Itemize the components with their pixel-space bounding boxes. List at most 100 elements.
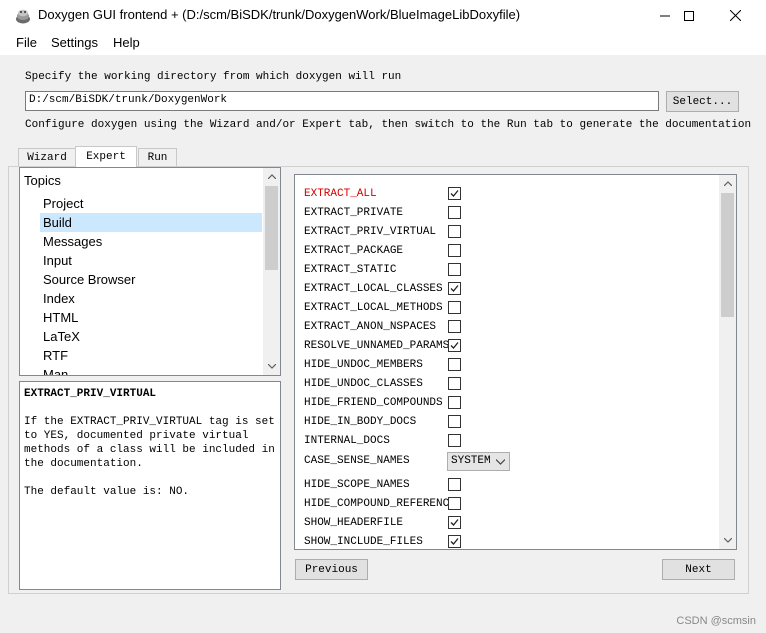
window-title: Doxygen GUI frontend + (D:/scm/BiSDK/tru… [38,7,521,22]
option-label: HIDE_IN_BODY_DOCS [304,416,417,428]
topic-item-input[interactable]: Input [40,251,262,270]
option-checkbox[interactable] [448,358,461,371]
help-panel: EXTRACT_PRIV_VIRTUAL If the EXTRACT_PRIV… [19,381,281,590]
topics-scroll-thumb[interactable] [265,186,278,270]
option-checkbox[interactable] [448,320,461,333]
option-label: HIDE_COMPOUND_REFERENCE [304,498,456,510]
option-row-extract-local-methods: EXTRACT_LOCAL_METHODS [304,299,714,317]
topics-header: Topics [24,173,61,188]
option-checkbox[interactable] [448,396,461,409]
topic-item-latex[interactable]: LaTeX [40,327,262,346]
option-checkbox[interactable] [448,244,461,257]
workdir-input[interactable]: D:/scm/BiSDK/trunk/DoxygenWork [25,91,659,111]
option-row-hide-in-body-docs: HIDE_IN_BODY_DOCS [304,413,714,431]
option-checkbox[interactable] [448,497,461,510]
scroll-up-icon[interactable] [263,168,280,185]
options-panel: EXTRACT_ALL EXTRACT_PRIVATE EXTRACT_PRIV_V… [294,174,737,550]
topic-item-man[interactable]: Man [40,365,262,375]
option-row-extract-static: EXTRACT_STATIC [304,261,714,279]
maximize-button[interactable] [666,0,712,31]
option-checkbox[interactable] [448,187,461,200]
options-scroll-thumb[interactable] [721,193,734,317]
option-label: EXTRACT_LOCAL_CLASSES [304,283,443,295]
checkmark-icon [450,342,459,349]
option-checkbox[interactable] [448,377,461,390]
scroll-down-icon[interactable] [263,358,280,375]
scroll-down-icon[interactable] [719,532,736,549]
option-label: RESOLVE_UNNAMED_PARAMS [304,340,450,352]
option-checkbox[interactable] [448,263,461,276]
tab-wizard[interactable]: Wizard [18,148,76,166]
topics-scrollbar[interactable] [263,168,280,375]
close-button[interactable] [712,0,758,31]
option-checkbox[interactable] [448,478,461,491]
option-row-extract-all: EXTRACT_ALL [304,185,714,203]
tab-run[interactable]: Run [138,148,177,166]
maximize-icon [684,10,694,21]
option-row-show-include-files: SHOW_INCLUDE_FILES [304,533,714,549]
option-label: EXTRACT_PRIVATE [304,207,404,219]
close-icon [729,10,741,21]
previous-button[interactable]: Previous [295,559,368,580]
option-checkbox[interactable] [448,415,461,428]
workdir-hint: Configure doxygen using the Wizard and/o… [25,119,752,131]
option-label: EXTRACT_PACKAGE [304,245,404,257]
menu-settings[interactable]: Settings [51,35,98,50]
option-checkbox[interactable] [448,535,461,548]
checkmark-icon [450,285,459,292]
option-row-resolve-unnamed-params: RESOLVE_UNNAMED_PARAMS [304,337,714,355]
option-row-show-headerfile: SHOW_HEADERFILE [304,514,714,532]
topic-item-html[interactable]: HTML [40,308,262,327]
option-checkbox[interactable] [448,282,461,295]
chevron-down-icon [495,457,506,469]
help-title: EXTRACT_PRIV_VIRTUAL [24,388,157,400]
option-checkbox[interactable] [448,339,461,352]
menu-file[interactable]: File [16,35,37,50]
option-row-hide-scope-names: HIDE_SCOPE_NAMES [304,476,714,494]
option-label: EXTRACT_STATIC [304,264,397,276]
option-row-case-sense-names: CASE_SENSE_NAMES SYSTEM [304,452,714,471]
option-checkbox[interactable] [448,434,461,447]
option-row-extract-local-classes: EXTRACT_LOCAL_CLASSES [304,280,714,298]
next-button[interactable]: Next [662,559,735,580]
option-row-internal-docs: INTERNAL_DOCS [304,432,714,450]
topic-item-source-browser[interactable]: Source Browser [40,270,262,289]
checkmark-icon [450,190,459,197]
menu-bar: File Settings Help [0,31,766,55]
option-label: EXTRACT_PRIV_VIRTUAL [304,226,437,238]
topic-item-build[interactable]: Build [40,213,262,232]
option-checkbox[interactable] [448,225,461,238]
option-row-extract-package: EXTRACT_PACKAGE [304,242,714,260]
option-checkbox[interactable] [448,206,461,219]
watermark: CSDN @scmsin [676,615,756,627]
topic-item-index[interactable]: Index [40,289,262,308]
topic-item-messages[interactable]: Messages [40,232,262,251]
topic-item-rtf[interactable]: RTF [40,346,262,365]
option-row-extract-priv-virtual: EXTRACT_PRIV_VIRTUAL [304,223,714,241]
option-label: EXTRACT_LOCAL_METHODS [304,302,443,314]
option-label: EXTRACT_ANON_NSPACES [304,321,437,333]
select-dir-button[interactable]: Select... [666,91,739,112]
option-label: SHOW_HEADERFILE [304,517,404,529]
option-checkbox[interactable] [448,301,461,314]
menu-help[interactable]: Help [113,35,140,50]
option-row-hide-compound-reference: HIDE_COMPOUND_REFERENCE [304,495,714,513]
title-bar: Doxygen GUI frontend + (D:/scm/BiSDK/tru… [0,0,766,31]
checkmark-icon [450,538,459,545]
option-label: INTERNAL_DOCS [304,435,390,447]
option-label: HIDE_FRIEND_COMPOUNDS [304,397,443,409]
topic-item-project[interactable]: Project [40,194,262,213]
help-default: The default value is: NO. [24,486,190,498]
option-checkbox[interactable] [448,516,461,529]
option-label: EXTRACT_ALL [304,188,377,200]
workdir-prompt: Specify the working directory from which… [25,71,402,83]
option-label: HIDE_UNDOC_CLASSES [304,378,423,390]
options-scrollbar[interactable] [719,175,736,549]
option-combo[interactable]: SYSTEM [447,452,510,471]
scroll-up-icon[interactable] [719,175,736,192]
option-combo-value: SYSTEM [451,455,491,467]
topics-list[interactable]: Topics Project Build Messages Input Sour… [19,167,281,376]
option-row-hide-undoc-members: HIDE_UNDOC_MEMBERS [304,356,714,374]
tab-expert[interactable]: Expert [75,146,137,167]
help-body: If the EXTRACT_PRIV_VIRTUAL tag is set t… [24,416,275,470]
